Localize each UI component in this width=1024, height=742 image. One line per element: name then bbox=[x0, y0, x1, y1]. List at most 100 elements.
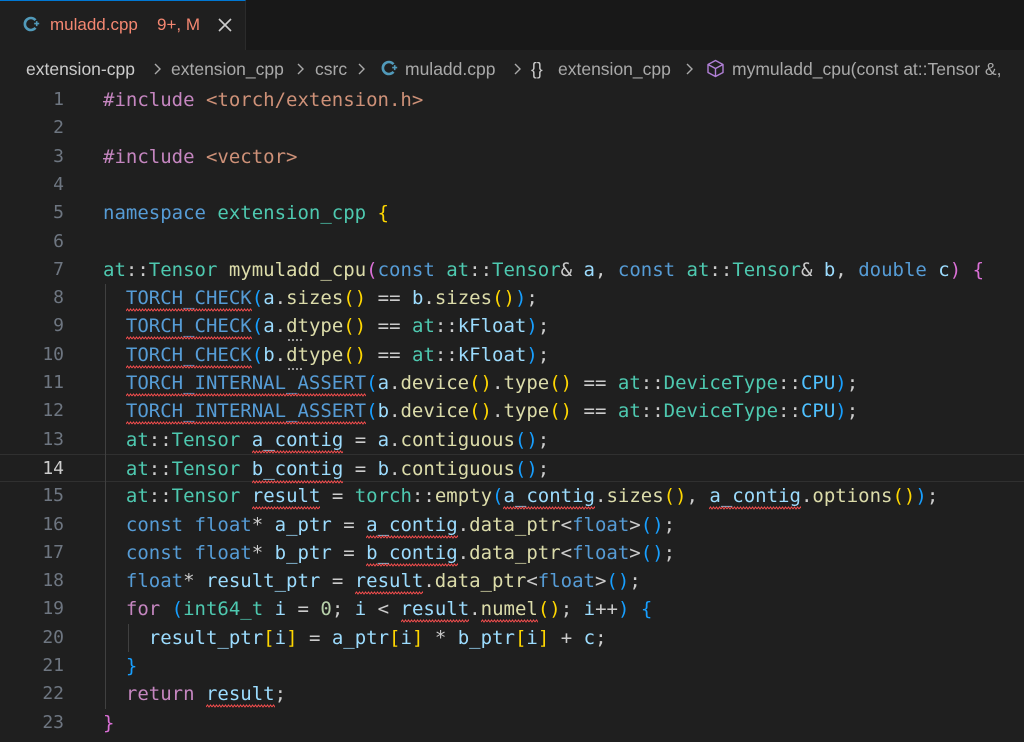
code-line[interactable]: 11 TORCH_INTERNAL_ASSERT(a.device().type… bbox=[0, 369, 1024, 397]
code-token: & bbox=[800, 258, 824, 281]
code-token: TORCH_CHECK bbox=[125, 343, 252, 366]
code-text: TORCH_CHECK(a.dtype() == at::kFloat); bbox=[103, 314, 549, 338]
code-token: b_contig bbox=[366, 541, 458, 564]
breadcrumb-item-function[interactable]: mymuladd_cpu(const at::Tensor &, bbox=[732, 59, 1001, 80]
code-token: a bbox=[263, 287, 275, 310]
code-line[interactable]: 14 at::Tensor b_contig = b.contiguous(); bbox=[0, 453, 1024, 484]
breadcrumb-item-extension_cpp[interactable]: extension_cpp bbox=[171, 59, 284, 80]
breadcrumb-item-namespace[interactable]: extension_cpp bbox=[558, 59, 671, 80]
code-token: dtype bbox=[286, 343, 344, 366]
code-token: b_ptr bbox=[457, 626, 515, 649]
code-line[interactable]: 23} bbox=[0, 709, 1024, 737]
code-line[interactable]: 15 at::Tensor result = torch::empty(a_co… bbox=[0, 482, 1024, 511]
code-line[interactable]: 7 at::Tensor mymuladd_cpu(const at::Tenso… bbox=[0, 256, 1024, 284]
code-token: ) bbox=[835, 400, 847, 423]
code-token: type bbox=[503, 400, 550, 423]
code-token: TORCH_CHECK bbox=[125, 315, 252, 338]
code-line[interactable]: 10 TORCH_CHECK(b.dtype() == at::kFloat); bbox=[0, 341, 1024, 370]
code-token: == bbox=[572, 400, 618, 423]
code-token: < bbox=[366, 598, 401, 621]
code-token: empty bbox=[434, 485, 493, 508]
code-token: sizes bbox=[434, 287, 493, 310]
code-line[interactable]: 20 result_ptr[i] = a_ptr[i] * b_ptr[i] +… bbox=[0, 624, 1024, 652]
code-token: extension_cpp bbox=[217, 202, 378, 225]
code-line[interactable]: 12 TORCH_INTERNAL_ASSERT(b.device().type… bbox=[0, 397, 1024, 426]
code-line[interactable]: 17 const float* b_ptr = b_contig.data_pt… bbox=[0, 539, 1024, 567]
code-token: i bbox=[354, 598, 367, 621]
code-token: at bbox=[446, 258, 470, 281]
code-token: at bbox=[617, 400, 641, 423]
breadcrumb-item-extension-cpp[interactable]: extension-cpp bbox=[26, 59, 135, 80]
chevron-right-icon bbox=[297, 63, 304, 75]
code-token: result bbox=[251, 485, 321, 508]
code-line[interactable]: 16 const float* a_ptr = a_contig.data_pt… bbox=[0, 511, 1024, 539]
code-token: CPU bbox=[800, 372, 836, 394]
code-token: . bbox=[800, 485, 813, 508]
code-token: ) bbox=[835, 372, 847, 394]
code-token: const bbox=[377, 258, 447, 281]
code-token: < bbox=[560, 513, 573, 536]
code-token: Tensor bbox=[171, 485, 252, 508]
chevron-right-icon bbox=[686, 63, 693, 75]
code-token: type bbox=[503, 372, 550, 394]
code-token: () bbox=[640, 541, 664, 564]
code-token: float bbox=[572, 513, 630, 536]
code-token: 0 bbox=[320, 598, 332, 621]
code-token: kFloat bbox=[457, 343, 527, 366]
close-icon[interactable] bbox=[214, 14, 236, 36]
code-line[interactable]: 21 } bbox=[0, 652, 1024, 680]
code-line[interactable]: 22 return result; bbox=[0, 680, 1024, 709]
code-token: < bbox=[560, 541, 573, 564]
line-number: 14 bbox=[42, 457, 64, 479]
code-token: () bbox=[343, 343, 367, 366]
code-token: :: bbox=[469, 258, 493, 281]
line-number: 4 bbox=[53, 173, 64, 195]
code-token: ( bbox=[366, 258, 378, 281]
code-token: b bbox=[377, 400, 390, 423]
code-token: options bbox=[812, 485, 893, 508]
line-number: 11 bbox=[42, 372, 64, 393]
code-line[interactable]: 9 TORCH_CHECK(a.dtype() == at::kFloat); bbox=[0, 312, 1024, 342]
code-token: Tensor bbox=[171, 428, 252, 451]
line-number: 5 bbox=[53, 202, 64, 224]
code-token: float bbox=[194, 541, 252, 564]
code-token: :: bbox=[640, 372, 664, 394]
code-line[interactable]: 1 #include <torch/extension.h> bbox=[0, 86, 1024, 114]
breadcrumb-item-csrc[interactable]: csrc bbox=[315, 59, 347, 80]
code-token: ) bbox=[617, 598, 641, 621]
code-text: float* result_ptr = result.data_ptr<floa… bbox=[103, 569, 641, 593]
code-token: at bbox=[686, 258, 710, 281]
code-token: . bbox=[469, 598, 481, 621]
code-token: mymuladd_cpu bbox=[228, 258, 367, 281]
tab-muladd-cpp[interactable]: muladd.cpp 9+, M bbox=[0, 0, 246, 50]
code-token: ( bbox=[251, 315, 264, 338]
code-token: i bbox=[400, 626, 412, 649]
code-token: a_ptr bbox=[274, 513, 332, 536]
code-token: == bbox=[366, 343, 412, 366]
code-token: > bbox=[629, 541, 641, 564]
code-line[interactable]: 3 #include <vector> bbox=[0, 143, 1024, 171]
code-token: :: bbox=[125, 258, 149, 281]
code-editor[interactable]: 1 #include <torch/extension.h> 2 3 #include … bbox=[0, 86, 1024, 742]
code-line[interactable]: 13 at::Tensor a_contig = a.contiguous(); bbox=[0, 426, 1024, 454]
code-token: :: bbox=[709, 258, 733, 281]
code-line[interactable]: 4 bbox=[0, 171, 1024, 199]
code-token: ++ bbox=[595, 598, 618, 621]
code-line[interactable]: 19 for (int64_t i = 0; i < result.numel(… bbox=[0, 595, 1024, 624]
code-token: * bbox=[251, 541, 275, 564]
code-text: result_ptr[i] = a_ptr[i] * b_ptr[i] + c; bbox=[103, 626, 607, 650]
code-line[interactable]: 8 TORCH_CHECK(a.sizes() == b.sizes()); bbox=[0, 284, 1024, 313]
code-token: . bbox=[389, 400, 401, 423]
code-token: at bbox=[125, 428, 149, 451]
code-line[interactable]: 2 bbox=[0, 114, 1024, 142]
code-token: float bbox=[572, 541, 630, 564]
tab-problem-status: 9+, M bbox=[157, 15, 200, 34]
code-line[interactable]: 18 float* result_ptr = result.data_ptr<f… bbox=[0, 567, 1024, 596]
code-line[interactable]: 5 namespace extension_cpp { bbox=[0, 199, 1024, 227]
code-token: ] bbox=[537, 626, 550, 649]
code-line[interactable]: 6 bbox=[0, 228, 1024, 256]
line-number: 16 bbox=[42, 513, 64, 535]
breadcrumb-item-muladd-cpp[interactable]: muladd.cpp bbox=[405, 59, 495, 80]
code-token: i bbox=[583, 598, 596, 621]
